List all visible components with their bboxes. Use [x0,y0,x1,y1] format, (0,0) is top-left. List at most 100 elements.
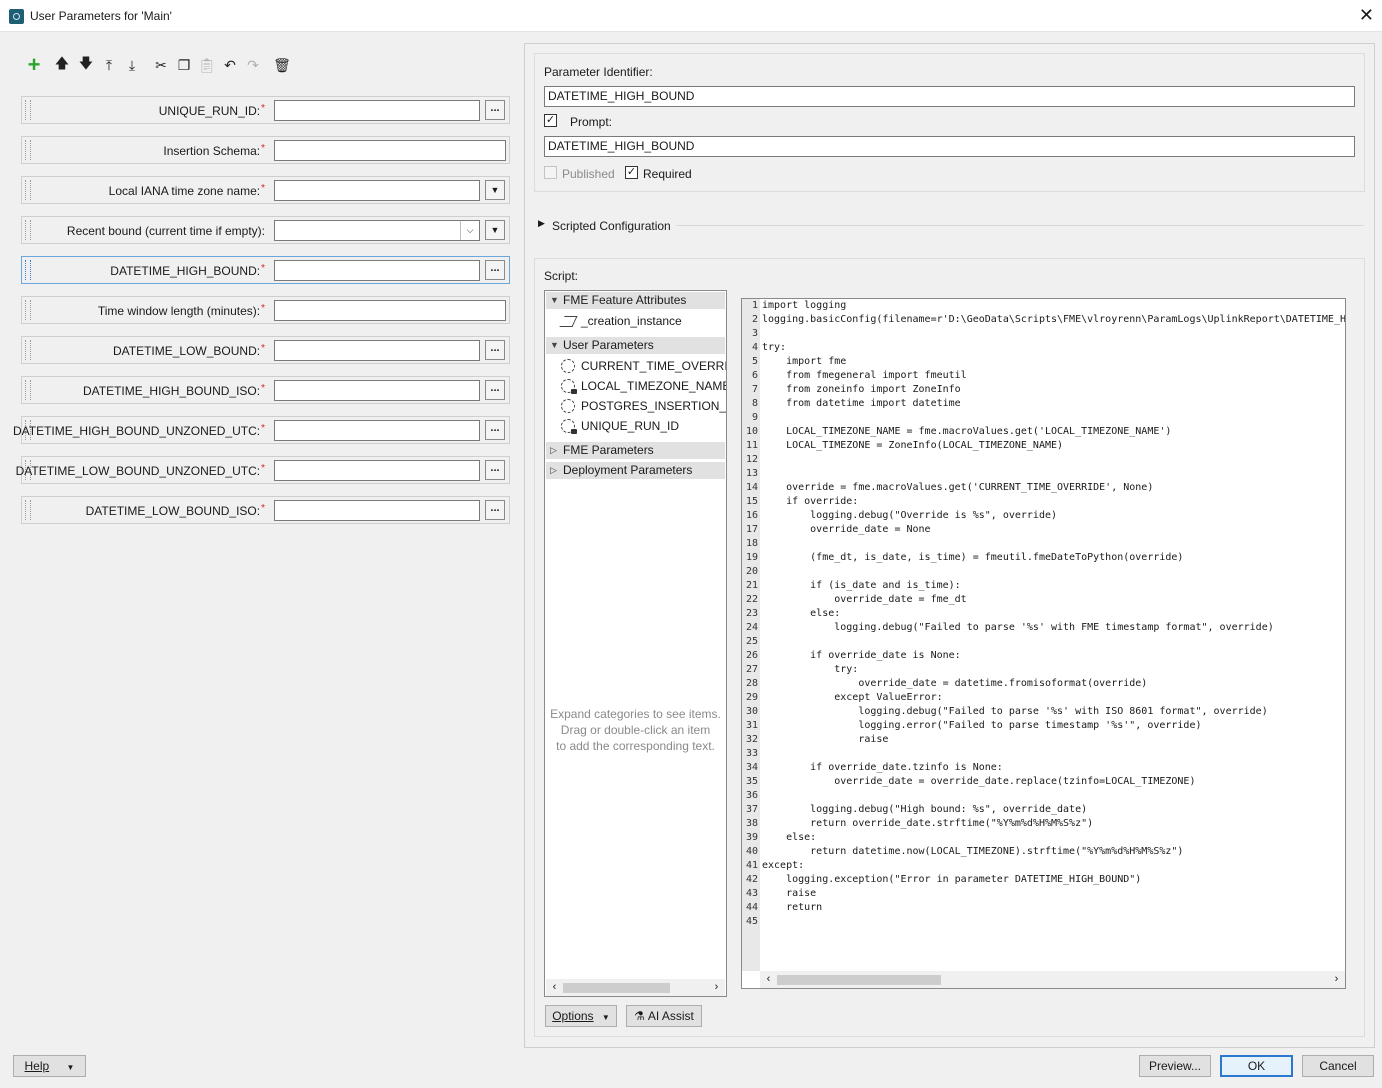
param-row-recent-bound[interactable]: Recent bound (current time if empty): ⌵ … [21,216,510,244]
code-line[interactable]: 4 try: [742,341,1345,355]
ellipsis-button[interactable]: ... [485,500,505,520]
code-line[interactable]: 25 [742,635,1345,649]
ellipsis-button[interactable]: ... [485,260,505,280]
code-line[interactable]: 3 [742,327,1345,341]
param-row-insertion-schema[interactable]: Insertion Schema:* [21,136,510,164]
scroll-right-icon[interactable]: › [1328,971,1345,988]
code-line[interactable]: 31 logging.error("Failed to parse timest… [742,719,1345,733]
param-row-datetime-low-bound-unzoned-utc[interactable]: DATETIME_LOW_BOUND_UNZONED_UTC:* ... [16,456,510,484]
cancel-button[interactable]: Cancel [1302,1055,1374,1077]
param-input[interactable] [274,340,480,361]
code-line[interactable]: 10 LOCAL_TIMEZONE_NAME = fme.macroValues… [742,425,1345,439]
code-line[interactable]: 26 if override_date is None: [742,649,1345,663]
code-line[interactable]: 45 [742,915,1345,929]
scrollbar-thumb[interactable] [777,975,941,985]
drag-handle[interactable] [25,380,31,400]
undo-icon[interactable]: ↶ [220,55,240,75]
editor-horizontal-scrollbar[interactable]: ‹ › [760,971,1345,988]
dropdown-button[interactable]: ▼ [485,220,505,240]
param-input[interactable] [274,500,480,521]
scroll-right-icon[interactable]: › [708,979,725,996]
drag-handle[interactable] [25,140,31,160]
code-line[interactable]: 2 logging.basicConfig(filename=r'D:\GeoDa… [742,313,1345,327]
code-line[interactable]: 32 raise [742,733,1345,747]
ellipsis-button[interactable]: ... [485,460,505,480]
code-line[interactable]: 43 raise [742,887,1345,901]
code-line[interactable]: 39 else: [742,831,1345,845]
expand-triangle-icon[interactable]: ▶ [538,218,545,229]
code-line[interactable]: 44 return [742,901,1345,915]
tree-category-fme-parameters[interactable]: ▷ FME Parameters [546,442,725,459]
prompt-checkbox[interactable]: ✓ [544,114,557,127]
ok-button[interactable]: OK [1220,1055,1293,1077]
code-line[interactable]: 20 [742,565,1345,579]
required-checkbox[interactable]: ✓ [625,166,638,179]
code-content[interactable]: 1 import logging 2 logging.basicConfig(file… [742,299,1345,929]
drag-handle[interactable] [25,180,31,200]
drag-handle[interactable] [25,220,31,240]
code-line[interactable]: 24 logging.debug("Failed to parse '%s' w… [742,621,1345,635]
code-line[interactable]: 18 [742,537,1345,551]
code-line[interactable]: 29 except ValueError: [742,691,1345,705]
prompt-input[interactable]: DATETIME_HIGH_BOUND [544,136,1355,157]
options-button[interactable]: Options ▼ [545,1005,617,1027]
script-editor[interactable]: 1 import logging 2 logging.basicConfig(file… [741,298,1346,989]
code-line[interactable]: 40 return datetime.now(LOCAL_TIMEZONE).s… [742,845,1345,859]
param-row-datetime-high-bound-iso[interactable]: DATETIME_HIGH_BOUND_ISO:* ... [21,376,510,404]
add-parameter-icon[interactable]: + [24,52,44,77]
code-line[interactable]: 37 logging.debug("High bound: %s", overr… [742,803,1345,817]
tree-category-fme-feature-attributes[interactable]: ▼ FME Feature Attributes [546,292,725,309]
param-input[interactable] [274,420,480,441]
code-line[interactable]: 12 [742,453,1345,467]
param-row-time-window-length[interactable]: Time window length (minutes):* [21,296,510,324]
param-row-local-iana-time-zone[interactable]: Local IANA time zone name:* ▼ [21,176,510,204]
scripted-configuration-toggle[interactable]: Scripted Configuration [552,219,671,233]
copy-icon[interactable]: ❐ [174,55,194,75]
preview-button[interactable]: Preview... [1139,1055,1211,1077]
drag-handle[interactable] [25,260,31,280]
code-line[interactable]: 38 return override_date.strftime("%Y%m%d… [742,817,1345,831]
scroll-left-icon[interactable]: ‹ [546,979,563,996]
drag-handle[interactable] [25,100,31,120]
code-line[interactable]: 28 override_date = datetime.fromisoforma… [742,677,1345,691]
code-line[interactable]: 27 try: [742,663,1345,677]
code-line[interactable]: 13 [742,467,1345,481]
tree-category-user-parameters[interactable]: ▼ User Parameters [546,337,725,354]
paste-icon[interactable]: 📋︎ [197,55,217,75]
ellipsis-button[interactable]: ... [485,380,505,400]
param-row-datetime-high-bound[interactable]: DATETIME_HIGH_BOUND:* ... [21,256,510,284]
code-line[interactable]: 9 [742,411,1345,425]
code-line[interactable]: 17 override_date = None [742,523,1345,537]
delete-icon[interactable]: 🗑︎ [272,55,292,75]
dropdown-button[interactable]: ▼ [485,180,505,200]
code-line[interactable]: 1 import logging [742,299,1345,313]
move-top-icon[interactable]: ⤒ [99,55,119,75]
drag-handle[interactable] [25,500,31,520]
code-line[interactable]: 36 [742,789,1345,803]
tree-category-deployment-parameters[interactable]: ▷ Deployment Parameters [546,462,725,479]
arrow-up-icon[interactable]: 🡅 [52,55,72,75]
tree-item[interactable]: CURRENT_TIME_OVERRIDE [559,357,726,375]
tree-item[interactable]: POSTGRES_INSERTION_SC... [559,397,726,415]
code-line[interactable]: 23 else: [742,607,1345,621]
move-bottom-icon[interactable]: ⤓ [122,55,142,75]
drag-handle[interactable] [25,340,31,360]
code-line[interactable]: 14 override = fme.macroValues.get('CURRE… [742,481,1345,495]
param-row-datetime-low-bound-iso[interactable]: DATETIME_LOW_BOUND_ISO:* ... [21,496,510,524]
ellipsis-button[interactable]: ... [485,340,505,360]
code-line[interactable]: 22 override_date = fme_dt [742,593,1345,607]
scrollbar-thumb[interactable] [563,983,670,993]
close-icon[interactable]: ✕ [1359,5,1374,25]
code-line[interactable]: 11 LOCAL_TIMEZONE = ZoneInfo(LOCAL_TIMEZ… [742,439,1345,453]
tree-item[interactable]: _creation_instance [559,312,682,330]
code-line[interactable]: 16 logging.debug("Override is %s", overr… [742,509,1345,523]
code-line[interactable]: 6 from fmegeneral import fmeutil [742,369,1345,383]
chevron-down-icon[interactable]: ⌵ [460,221,479,240]
code-line[interactable]: 35 override_date = override_date.replace… [742,775,1345,789]
code-line[interactable]: 30 logging.debug("Failed to parse '%s' w… [742,705,1345,719]
tree-item[interactable]: UNIQUE_RUN_ID [559,417,679,435]
code-line[interactable]: 8 from datetime import datetime [742,397,1345,411]
code-line[interactable]: 19 (fme_dt, is_date, is_time) = fmeutil.… [742,551,1345,565]
param-row-unique-run-id[interactable]: UNIQUE_RUN_ID:* ... [21,96,510,124]
identifier-input[interactable]: DATETIME_HIGH_BOUND [544,86,1355,107]
